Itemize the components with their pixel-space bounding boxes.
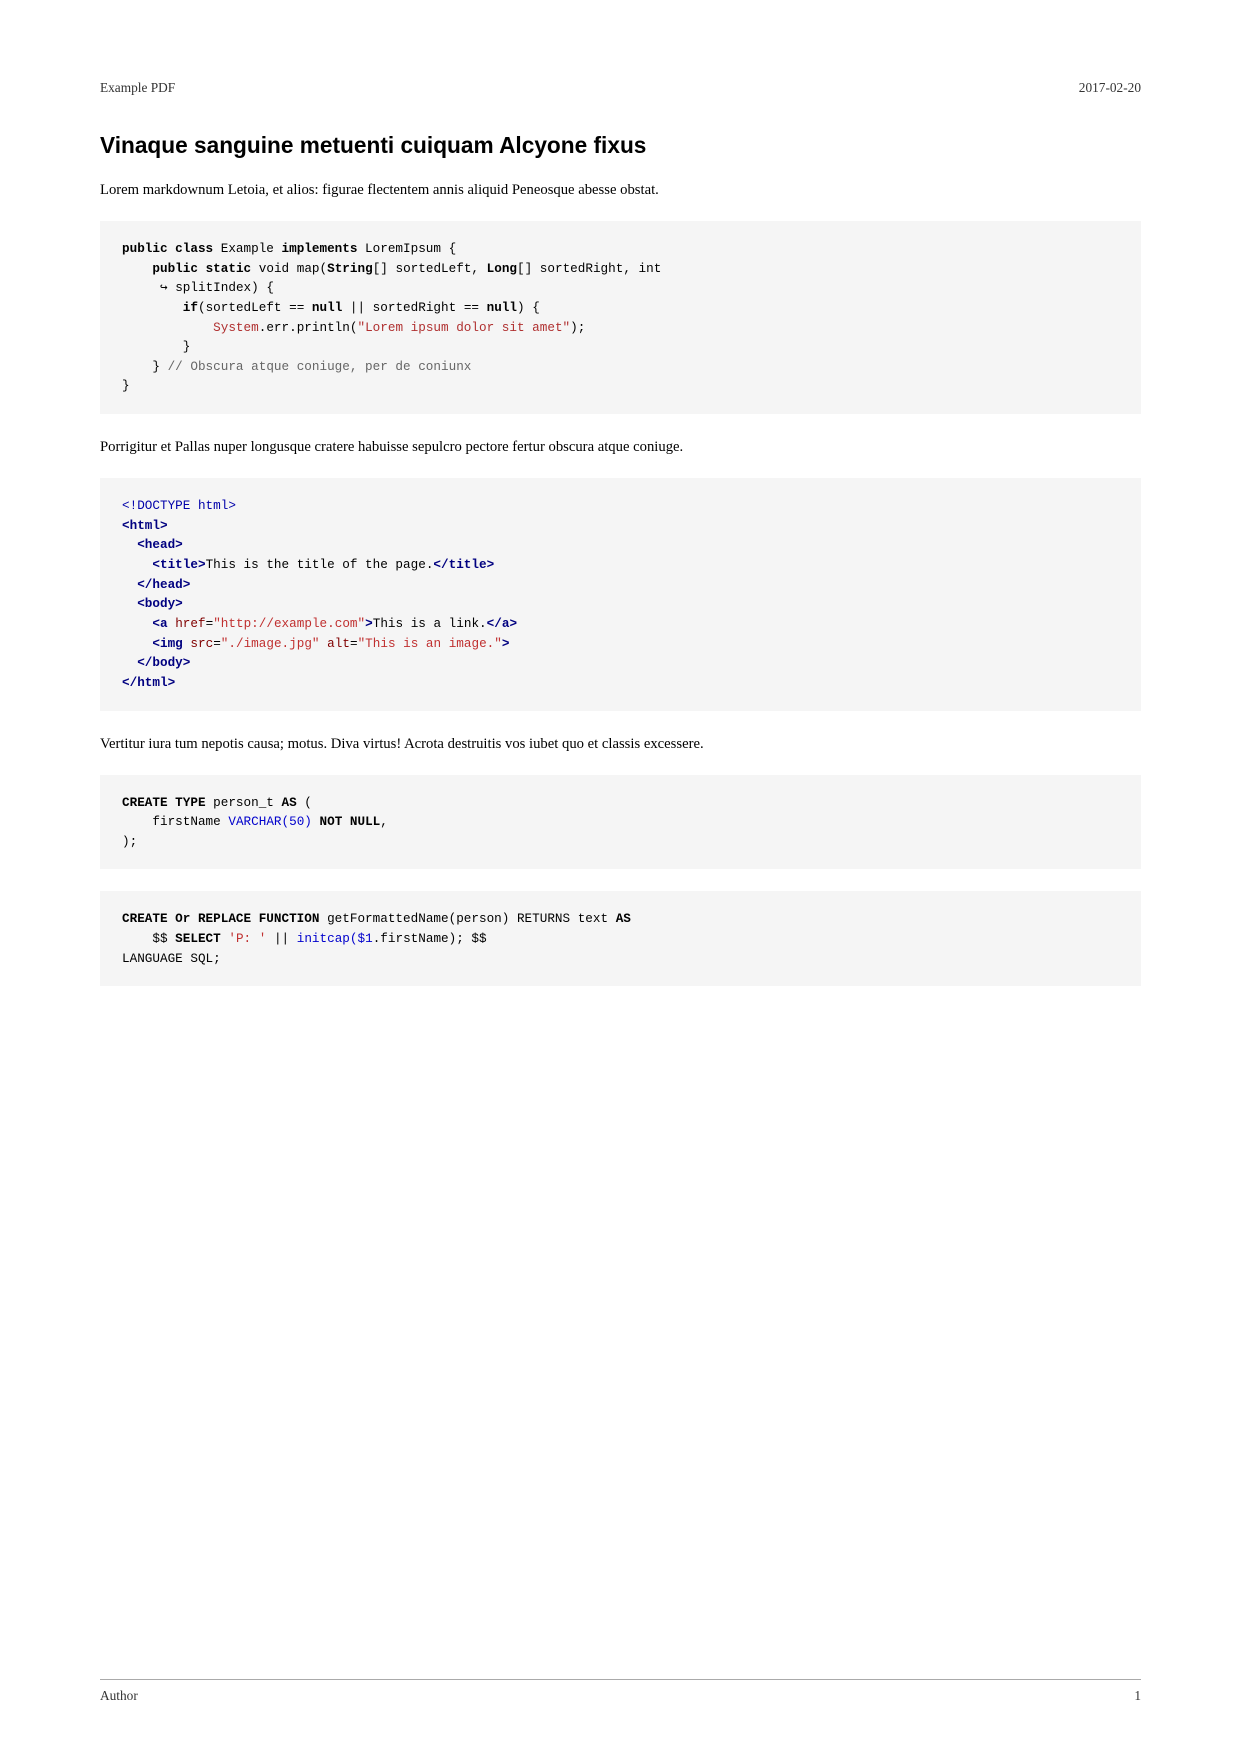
section-title: Vinaque sanguine metuenti cuiquam Alcyon… bbox=[100, 132, 1141, 159]
page-header: Example PDF 2017-02-20 bbox=[100, 80, 1141, 96]
html-code-block: <!DOCTYPE html> <html> <head> <title>Thi… bbox=[100, 478, 1141, 710]
paragraph-3: Vertitur iura tum nepotis causa; motus. … bbox=[100, 733, 1141, 755]
paragraph-2: Porrigitur et Pallas nuper longusque cra… bbox=[100, 436, 1141, 458]
header-date: 2017-02-20 bbox=[1079, 80, 1141, 96]
java-code-block: public class Example implements LoremIps… bbox=[100, 221, 1141, 414]
sql-code-block-1: CREATE TYPE person_t AS ( firstName VARC… bbox=[100, 775, 1141, 870]
sql-code-block-2: CREATE Or REPLACE FUNCTION getFormattedN… bbox=[100, 891, 1141, 986]
footer-author: Author bbox=[100, 1688, 138, 1704]
page: Example PDF 2017-02-20 Vinaque sanguine … bbox=[0, 0, 1241, 1754]
footer-page-number: 1 bbox=[1134, 1688, 1141, 1704]
paragraph-1: Lorem markdownum Letoia, et alios: figur… bbox=[100, 179, 1141, 201]
page-footer: Author 1 bbox=[100, 1679, 1141, 1704]
header-title: Example PDF bbox=[100, 80, 175, 96]
